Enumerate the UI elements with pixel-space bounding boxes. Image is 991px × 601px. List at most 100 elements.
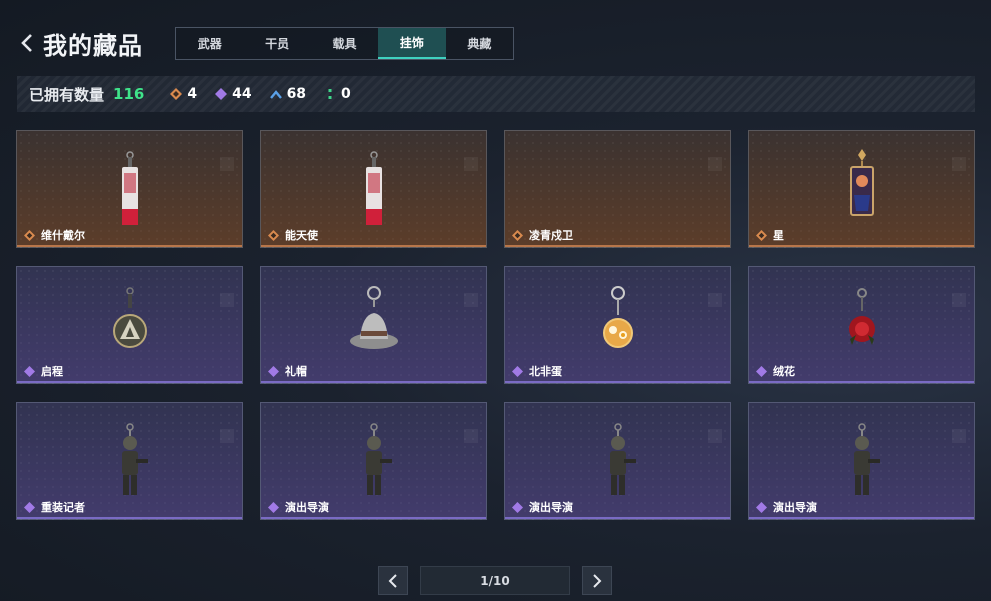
rose-charm-icon xyxy=(832,285,892,371)
purple-diamond-icon xyxy=(24,501,35,513)
charm-name: 演出导演 xyxy=(773,501,817,514)
figure-charm-icon xyxy=(832,421,892,507)
charm-name: 绒花 xyxy=(773,365,795,378)
charm-name: 能天使 xyxy=(285,229,318,242)
charm-name-row: 重装记者 xyxy=(24,499,85,515)
prev-page-button[interactable] xyxy=(378,566,408,595)
tab-collection[interactable]: 典藏 xyxy=(446,28,513,59)
rarity-bar xyxy=(749,245,974,247)
charm-name: 启程 xyxy=(41,365,63,378)
medal-charm-icon xyxy=(100,285,160,371)
charm-name-row: 礼帽 xyxy=(268,363,307,379)
stat-purple: 44 xyxy=(215,86,252,102)
charm-name: 维什戴尔 xyxy=(41,229,85,242)
green-dots-icon xyxy=(324,88,336,100)
rarity-bar xyxy=(505,517,730,519)
orange-diamond-icon xyxy=(268,229,279,241)
charm-card[interactable]: 启程 xyxy=(16,266,243,384)
stat-blue-value: 68 xyxy=(286,86,307,102)
chevron-right-icon xyxy=(593,573,602,588)
charm-name: 重装记者 xyxy=(41,501,85,514)
rarity-bar xyxy=(505,245,730,247)
rarity-bar xyxy=(17,517,242,519)
decor-square xyxy=(464,157,478,171)
charm-name-row: 演出导演 xyxy=(512,499,573,515)
decor-square xyxy=(220,293,234,307)
rarity-bar xyxy=(17,245,242,247)
purple-diamond-icon xyxy=(756,501,767,513)
back-icon[interactable] xyxy=(17,29,37,57)
orange-diamond-icon xyxy=(756,229,767,241)
charm-card[interactable]: 演出导演 xyxy=(504,402,731,520)
stat-green-value: 0 xyxy=(341,86,351,102)
charm-name: 星 xyxy=(773,229,784,242)
orange-diamond-icon xyxy=(24,229,35,241)
stat-green: 0 xyxy=(324,86,351,102)
tab-operators[interactable]: 干员 xyxy=(243,28,310,59)
charm-name-row: 北非蛋 xyxy=(512,363,562,379)
hat-charm-icon xyxy=(344,285,404,371)
figure-charm-icon xyxy=(100,421,160,507)
category-tabs: 武器 干员 载具 挂饰 典藏 xyxy=(175,27,514,60)
rarity-bar xyxy=(749,381,974,383)
bottle-charm-icon xyxy=(100,149,160,235)
charm-card[interactable]: 演出导演 xyxy=(260,402,487,520)
charm-card[interactable]: 礼帽 xyxy=(260,266,487,384)
charm-card[interactable]: 重装记者 xyxy=(16,402,243,520)
tab-vehicles[interactable]: 载具 xyxy=(311,28,378,59)
decor-square xyxy=(464,429,478,443)
decor-square xyxy=(708,157,722,171)
charm-card[interactable]: 星 xyxy=(748,130,975,248)
purple-diamond-icon xyxy=(215,88,228,100)
stat-orange: 4 xyxy=(170,86,197,102)
owned-count-label: 已拥有数量 xyxy=(29,85,105,104)
next-page-button[interactable] xyxy=(582,566,612,595)
page-indicator: 1/10 xyxy=(420,566,570,595)
tab-weapons[interactable]: 武器 xyxy=(176,28,243,59)
charm-card[interactable]: 演出导演 xyxy=(748,402,975,520)
purple-diamond-icon xyxy=(512,365,523,377)
charm-card[interactable]: 北非蛋 xyxy=(504,266,731,384)
purple-diamond-icon xyxy=(512,501,523,513)
charm-name-row: 凌青戍卫 xyxy=(512,227,573,243)
charm-name: 演出导演 xyxy=(529,501,573,514)
charm-name-row: 启程 xyxy=(24,363,63,379)
blue-chevron-icon xyxy=(269,88,282,100)
rarity-bar xyxy=(749,517,974,519)
charm-card[interactable]: 能天使 xyxy=(260,130,487,248)
stat-orange-value: 4 xyxy=(187,86,198,102)
charm-name: 礼帽 xyxy=(285,365,307,378)
rarity-bar xyxy=(261,517,486,519)
charm-name-row: 星 xyxy=(756,227,784,243)
charm-name-row: 维什戴尔 xyxy=(24,227,85,243)
decor-square xyxy=(708,429,722,443)
rarity-bar xyxy=(505,381,730,383)
purple-diamond-icon xyxy=(268,365,279,377)
charm-name-row: 演出导演 xyxy=(268,499,329,515)
tab-charms[interactable]: 挂饰 xyxy=(378,28,446,59)
stat-purple-value: 44 xyxy=(232,86,252,102)
decor-square xyxy=(952,293,966,307)
charm-name-row: 能天使 xyxy=(268,227,318,243)
pagination: 1/10 xyxy=(378,566,612,595)
stat-blue: 68 xyxy=(269,86,307,102)
rarity-bar xyxy=(261,381,486,383)
page-title: 我的藏品 xyxy=(43,31,143,60)
decor-square xyxy=(220,429,234,443)
purple-diamond-icon xyxy=(268,501,279,513)
chevron-left-icon xyxy=(388,573,397,588)
rarity-bar xyxy=(17,381,242,383)
purple-diamond-icon xyxy=(24,365,35,377)
bottle-charm-icon xyxy=(344,149,404,235)
decor-square xyxy=(952,429,966,443)
charm-card[interactable]: 绒花 xyxy=(748,266,975,384)
rarity-bar xyxy=(261,245,486,247)
charm-name-row: 绒花 xyxy=(756,363,795,379)
charm-card[interactable]: 维什戴尔 xyxy=(16,130,243,248)
card-charm-icon xyxy=(832,149,892,235)
charm-name: 演出导演 xyxy=(285,501,329,514)
purple-diamond-icon xyxy=(756,365,767,377)
charm-name: 北非蛋 xyxy=(529,365,562,378)
owned-stats-bar: 已拥有数量 116 4 44 68 0 xyxy=(17,76,975,112)
charm-card[interactable]: 凌青戍卫 xyxy=(504,130,731,248)
